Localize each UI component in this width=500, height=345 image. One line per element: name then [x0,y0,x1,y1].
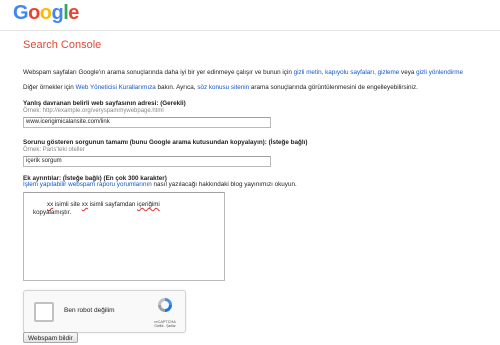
recaptcha-checkbox[interactable] [34,302,54,322]
intro-text: Webspam sayfaları Google'ın arama sonuçl… [23,69,294,76]
logo-letter: o [28,2,40,24]
url-input[interactable]: www.icerigimicalansite.com/link [23,117,271,128]
details-note-text: nasıl yazılacağı hakkındaki blog yayınım… [151,181,297,188]
recaptcha-links[interactable]: Gizlilik - Şartlar [150,324,180,328]
details-text: isimli site [53,201,82,208]
hidden-text-link[interactable]: gizli metin, kapıyolu sayfaları, [294,69,376,76]
sneaky-redirect-link[interactable]: gizli yönlendirme [416,69,463,76]
intro-text: arama sonuçlarında görüntülenmesini de e… [249,84,418,91]
recaptcha-icon [158,298,172,312]
query-input[interactable]: içerik sorgum [23,156,271,167]
details-text: kopyalamıştır. [33,209,72,216]
details-note: İşlem yapılabilir webspam raporu yorumla… [23,181,297,188]
logo-letter: G [13,2,29,24]
recaptcha-widget: Ben robot değilim reCAPTCHA Gizlilik - Ş… [23,290,186,333]
webmaster-guidelines-link[interactable]: Web Yöneticisi Kurallarımıza [76,84,156,91]
query-label: Sorunu gösteren sorgunun tamamı (bunu Go… [23,139,308,146]
intro-paragraph: Webspam sayfaları Google'ın arama sonuçl… [23,69,500,76]
url-example: Örnek: http://example.org/veryspammywebp… [23,108,164,114]
intro-text: Diğer örnekler için [23,84,76,91]
details-text: isimli sayfamdan [87,201,138,208]
details-text: içeriğimi [137,201,160,208]
url-label: Yanlış davranan belirli web sayfasının a… [23,100,186,107]
details-textarea[interactable]: xx isimli site xx isimli sayfamdan içeri… [23,192,225,281]
intro-text: bakın. Ayrıca, [155,84,198,91]
intro-text: veya [399,69,417,76]
logo-letter: e [68,2,79,24]
recaptcha-label: Ben robot değilim [64,307,115,314]
intro-paragraph-2: Diğer örnekler için Web Yöneticisi Kural… [23,84,418,91]
actionable-report-link[interactable]: İşlem yapılabilir webspam raporu yorumla… [23,181,152,188]
cloaking-link[interactable]: gizleme [378,69,400,76]
google-logo: Google [13,2,79,25]
header-divider [0,30,500,31]
recaptcha-logo: reCAPTCHA Gizlilik - Şartlar [150,296,180,328]
logo-letter: g [51,2,64,24]
query-example: Örnek: Paris'teki oteller [23,147,85,153]
product-title: Search Console [23,39,102,51]
logo-letter: o [39,2,52,24]
block-site-link[interactable]: söz konusu sitenin [197,84,249,91]
report-webspam-button[interactable]: Webspam bildir [23,332,78,343]
